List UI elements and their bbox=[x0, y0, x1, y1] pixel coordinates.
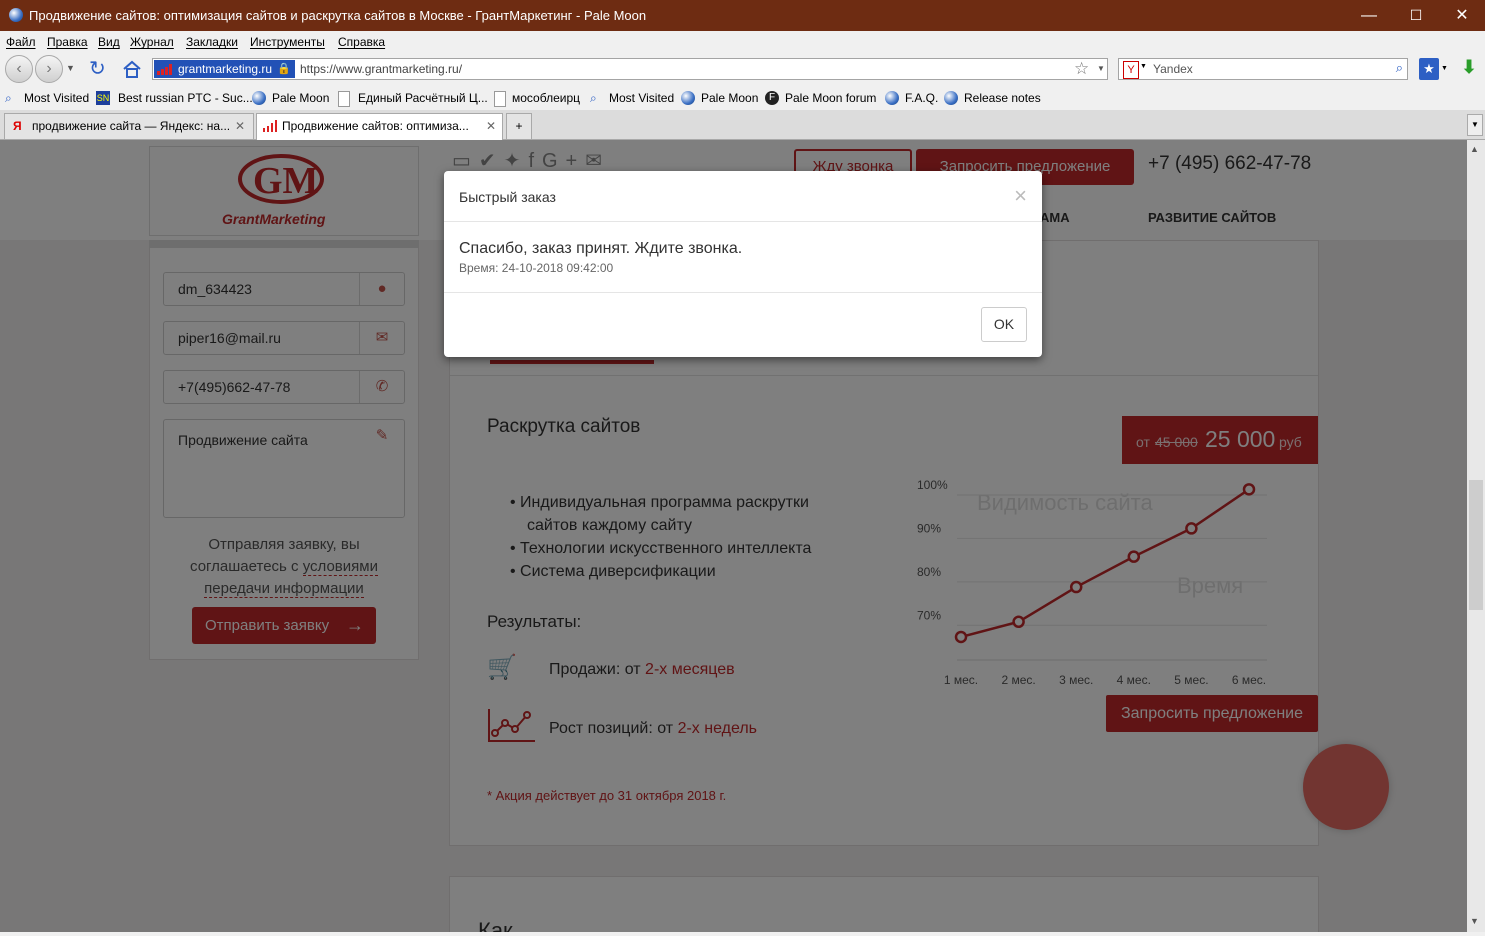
pale-moon-icon bbox=[944, 91, 958, 105]
new-tab-button[interactable]: + bbox=[506, 113, 532, 139]
close-window-button[interactable]: ✕ bbox=[1439, 0, 1485, 31]
plus-icon: + bbox=[515, 119, 523, 133]
window-title: Продвижение сайтов: оптимизация сайтов и… bbox=[29, 8, 647, 23]
bookmark-release-notes[interactable]: Release notes bbox=[964, 91, 1041, 105]
pale-moon-icon bbox=[252, 91, 266, 105]
maximize-button[interactable]: ☐ bbox=[1393, 0, 1439, 31]
bookmark-most-visited-2[interactable]: Most Visited bbox=[609, 91, 674, 105]
ok-button[interactable]: OK bbox=[981, 307, 1027, 342]
forum-icon: F bbox=[765, 91, 779, 105]
bookmarks-menu-icon[interactable]: ★ bbox=[1419, 58, 1439, 80]
dialog-header-divider bbox=[444, 221, 1042, 222]
most-visited-icon: ⌕ bbox=[5, 91, 12, 105]
yandex-favicon-icon: Я bbox=[13, 119, 22, 133]
bookmark-best-russian-ptc[interactable]: Best russian PTC - Suc... bbox=[118, 91, 253, 105]
scrollbar-thumb[interactable] bbox=[1469, 480, 1483, 610]
dialog-close-icon[interactable]: × bbox=[1014, 183, 1027, 209]
grantmarketing-favicon bbox=[263, 120, 277, 132]
pale-moon-icon bbox=[885, 91, 899, 105]
yandex-engine-icon: Y bbox=[1123, 61, 1139, 79]
menu-bar: Файл Правка Вид Журнал Закладки Инструме… bbox=[0, 31, 1485, 53]
most-visited-icon: ⌕ bbox=[590, 91, 597, 105]
back-button[interactable]: ‹ bbox=[5, 55, 33, 83]
menu-edit[interactable]: Правка bbox=[47, 35, 88, 49]
scroll-up-icon[interactable]: ▲ bbox=[1470, 144, 1479, 154]
tab-list-dropdown-icon[interactable]: ▼ bbox=[1467, 114, 1483, 136]
bookmark-pale-moon-forum[interactable]: Pale Moon forum bbox=[785, 91, 876, 105]
minimize-button[interactable]: — bbox=[1346, 0, 1392, 31]
search-input[interactable]: Yandex bbox=[1153, 62, 1193, 76]
site-identity-label: grantmarketing.ru bbox=[178, 62, 273, 76]
bookmark-star-icon[interactable]: ☆ bbox=[1074, 59, 1089, 79]
bookmark-erc[interactable]: Единый Расчётный Ц... bbox=[358, 91, 488, 105]
download-icon[interactable]: ⬇ bbox=[1459, 57, 1479, 81]
bookmark-faq[interactable]: F.A.Q. bbox=[905, 91, 938, 105]
menu-help[interactable]: Справка bbox=[338, 35, 385, 49]
dialog-title: Быстрый заказ bbox=[459, 189, 556, 205]
page-scrollbar[interactable]: ▲ ▼ bbox=[1467, 140, 1485, 932]
dialog-footer-divider bbox=[444, 292, 1042, 293]
scroll-down-icon[interactable]: ▼ bbox=[1470, 916, 1479, 926]
dialog-message: Спасибо, заказ принят. Ждите звонка. bbox=[459, 240, 743, 257]
back-arrow-icon: ‹ bbox=[16, 60, 22, 77]
bookmarks-dropdown-icon[interactable]: ▼ bbox=[1441, 65, 1448, 72]
bookmark-pale-moon[interactable]: Pale Moon bbox=[272, 91, 329, 105]
lock-icon: 🔒 bbox=[277, 63, 291, 75]
pale-moon-icon bbox=[9, 8, 23, 22]
address-bar[interactable] bbox=[152, 58, 1108, 80]
tab-close-icon[interactable]: ✕ bbox=[235, 114, 245, 138]
bookmark-pale-moon-2[interactable]: Pale Moon bbox=[701, 91, 758, 105]
dialog-time: Время: 24-10-2018 09:42:00 bbox=[459, 261, 614, 275]
menu-tools[interactable]: Инструменты bbox=[250, 35, 325, 49]
home-icon[interactable] bbox=[122, 60, 142, 78]
menu-file[interactable]: Файл bbox=[6, 35, 36, 49]
forward-arrow-icon: › bbox=[46, 60, 52, 77]
page-icon bbox=[494, 91, 506, 107]
forward-button[interactable]: › bbox=[35, 55, 63, 83]
sn-favicon-icon: SN bbox=[96, 91, 110, 105]
engine-dropdown-icon[interactable]: ▼ bbox=[1140, 63, 1147, 70]
tab-label: Продвижение сайтов: оптимиза... bbox=[282, 119, 469, 133]
tab-close-icon[interactable]: ✕ bbox=[486, 114, 496, 138]
grantmarketing-favicon bbox=[157, 64, 172, 75]
window-titlebar: Продвижение сайтов: оптимизация сайтов и… bbox=[0, 0, 1485, 31]
menu-view[interactable]: Вид bbox=[98, 35, 120, 49]
search-bar[interactable]: Y ▼ Yandex ⌕ bbox=[1118, 58, 1408, 80]
url-dropdown-icon[interactable]: ▼ bbox=[1097, 64, 1105, 73]
status-bar bbox=[0, 932, 1485, 936]
url-text[interactable]: https://www.grantmarketing.ru/ bbox=[300, 62, 462, 76]
site-identity-button[interactable]: grantmarketing.ru 🔒 bbox=[154, 60, 295, 78]
menu-bookmarks[interactable]: Закладки bbox=[186, 35, 238, 49]
bookmark-mosobleirc[interactable]: мособлеирц bbox=[512, 91, 580, 105]
reload-icon[interactable]: ↻ bbox=[89, 58, 106, 80]
menu-history[interactable]: Журнал bbox=[130, 35, 174, 49]
bookmark-most-visited[interactable]: Most Visited bbox=[24, 91, 89, 105]
pale-moon-icon bbox=[681, 91, 695, 105]
history-dropdown-icon[interactable]: ▼ bbox=[66, 63, 75, 73]
tab-grantmarketing[interactable]: Продвижение сайтов: оптимиза... ✕ bbox=[256, 113, 503, 141]
quick-order-dialog: Быстрый заказ × Спасибо, заказ принят. Ж… bbox=[444, 171, 1042, 357]
tab-yandex[interactable]: Я продвижение сайта — Яндекс: на... ✕ bbox=[4, 113, 254, 139]
search-icon[interactable]: ⌕ bbox=[1396, 60, 1403, 76]
tab-label: продвижение сайта — Яндекс: на... bbox=[32, 119, 231, 133]
page-icon bbox=[338, 91, 350, 107]
